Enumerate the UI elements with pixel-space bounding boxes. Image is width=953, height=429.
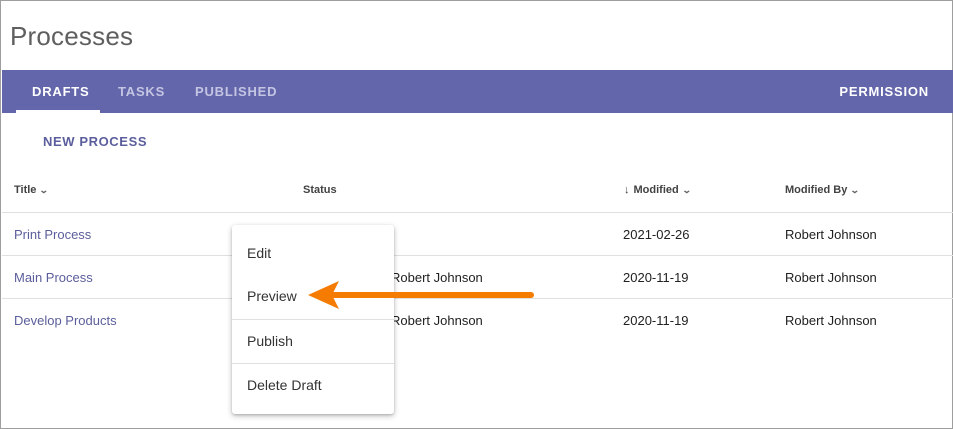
tab-bar: DRAFTS TASKS PUBLISHED PERMISSION <box>2 70 953 113</box>
window-frame: Processes DRAFTS TASKS PUBLISHED PERMISS… <box>0 0 953 429</box>
menu-divider <box>232 363 394 364</box>
menu-divider <box>232 319 394 320</box>
row-title-link[interactable]: Main Process <box>14 270 93 285</box>
row-modified-by: Robert Johnson <box>785 227 877 242</box>
row-modified: 2020-11-19 <box>623 270 689 285</box>
row-divider <box>2 255 953 256</box>
column-header-status-label: Status <box>303 184 337 196</box>
tab-permission[interactable]: PERMISSION <box>839 70 929 113</box>
column-header-modified-label: Modified <box>633 184 679 196</box>
page-title: Processes <box>10 21 134 51</box>
row-modified: 2020-11-19 <box>623 313 689 328</box>
menu-item-delete-draft[interactable]: Delete Draft <box>247 377 322 393</box>
column-header-status: Status <box>303 184 337 196</box>
context-menu: Edit Preview Publish Delete Draft <box>232 225 394 414</box>
column-header-modified-by-label: Modified By <box>785 184 848 196</box>
chevron-down-icon: ⌄ <box>850 184 861 195</box>
column-header-title[interactable]: Title ⌄ <box>14 184 50 196</box>
chevron-down-icon: ⌄ <box>39 184 50 195</box>
menu-item-publish[interactable]: Publish <box>247 333 293 349</box>
row-title-link[interactable]: Develop Products <box>14 313 117 328</box>
menu-item-preview[interactable]: Preview <box>247 288 297 304</box>
arrow-down-icon: ↓ <box>624 184 630 196</box>
menu-item-edit[interactable]: Edit <box>247 245 271 261</box>
row-title-link[interactable]: Print Process <box>14 227 91 242</box>
chevron-down-icon: ⌄ <box>681 184 692 195</box>
active-tab-indicator <box>16 110 100 113</box>
tab-published[interactable]: PUBLISHED <box>195 70 277 113</box>
column-header-title-label: Title <box>14 184 37 196</box>
header-divider <box>2 212 953 213</box>
new-process-button[interactable]: NEW PROCESS <box>43 134 147 149</box>
row-modified-by: Robert Johnson <box>785 270 877 285</box>
row-modified: 2021-02-26 <box>623 227 690 242</box>
tab-drafts[interactable]: DRAFTS <box>32 70 90 113</box>
column-header-modified[interactable]: ↓ Modified ⌄ <box>624 184 692 196</box>
column-header-modified-by[interactable]: Modified By ⌄ <box>785 184 861 196</box>
tab-tasks[interactable]: TASKS <box>118 70 165 113</box>
annotation-arrow-icon <box>308 281 534 309</box>
row-modified-by: Robert Johnson <box>785 313 877 328</box>
